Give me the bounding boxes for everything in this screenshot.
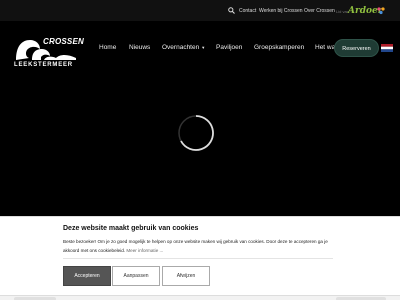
nav-item-overnachten-label: Overnachten <box>162 44 200 51</box>
main-navbar: CROSSEN LEEKSTERMEER Home Nieuws Overnac… <box>0 21 400 81</box>
nav-item-nieuws[interactable]: Nieuws <box>129 44 150 51</box>
chevron-down-icon: ▼ <box>201 44 206 50</box>
logo-bottom-word: LEEKSTERMEER <box>14 62 73 68</box>
nav-item-paviljoen[interactable]: Paviljoen <box>216 44 242 51</box>
dutch-flag-icon[interactable] <box>381 44 393 52</box>
bottom-strip <box>0 295 400 300</box>
hero-area <box>0 81 400 216</box>
cookie-text: Beste bezoeker! Om je zo goed mogelijk t… <box>63 237 333 255</box>
topbar-link-over[interactable]: Over Crossen <box>304 8 335 14</box>
cookie-more-link[interactable]: Meer informatie ... <box>126 248 163 253</box>
ardoer-logo[interactable]: Lid van Ardoer <box>336 6 386 18</box>
customize-button[interactable]: Aanpassen <box>112 266 160 286</box>
cookie-title: Deze website maakt gebruik van cookies <box>63 225 199 232</box>
search-icon[interactable] <box>228 7 235 14</box>
loading-spinner-icon <box>178 115 214 151</box>
nav-item-home[interactable]: Home <box>99 44 116 51</box>
nav-item-het-water[interactable]: Het wa <box>315 44 335 51</box>
crossen-logo[interactable]: CROSSEN LEEKSTERMEER <box>14 36 84 72</box>
topbar-link-werken[interactable]: Werken bij Crossen <box>259 8 303 14</box>
logo-top-word: CROSSEN <box>43 37 84 46</box>
ardoer-flower-icon <box>377 7 385 15</box>
nav-item-groepskamperen[interactable]: Groepskamperen <box>254 44 304 51</box>
cookie-body: Beste bezoeker! Om je zo goed mogelijk t… <box>63 239 328 253</box>
cookie-divider <box>63 258 333 259</box>
reserve-button[interactable]: Reserveren <box>334 39 379 57</box>
nav-item-overnachten[interactable]: Overnachten ▼ <box>162 44 205 51</box>
decline-button[interactable]: Afwijzen <box>162 266 210 286</box>
cookie-banner: Deze website maakt gebruik van cookies B… <box>0 216 400 300</box>
accept-button[interactable]: Accepteren <box>63 266 111 286</box>
top-bar: Contact Werken bij Crossen Over Crossen … <box>0 0 400 21</box>
ardoer-prefix: Lid van <box>336 9 349 14</box>
topbar-link-contact[interactable]: Contact <box>239 8 256 14</box>
